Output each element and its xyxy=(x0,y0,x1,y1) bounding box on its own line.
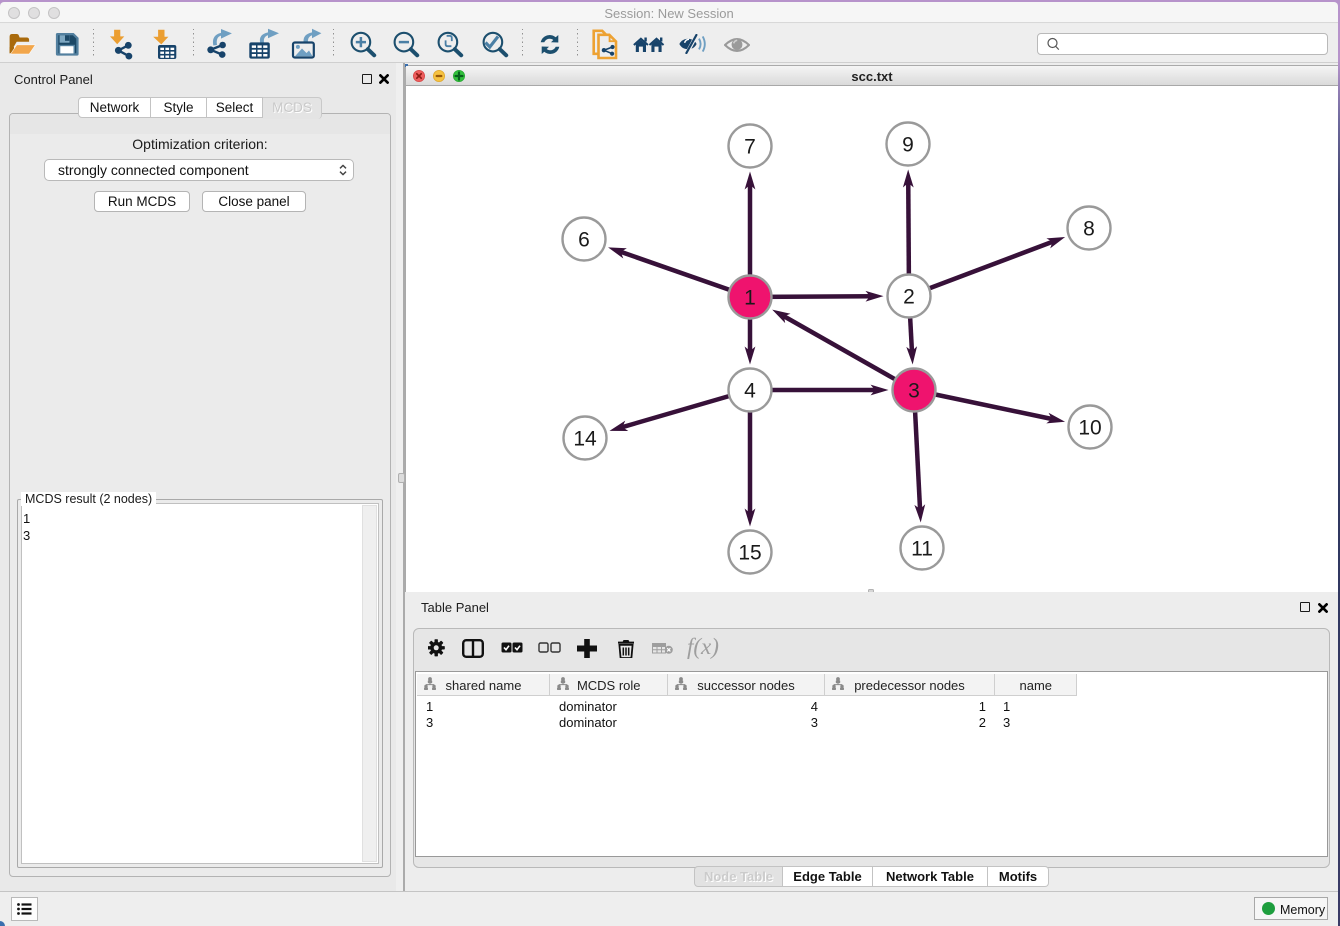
svg-text:7: 7 xyxy=(744,135,756,158)
svg-text:4: 4 xyxy=(744,379,756,402)
svg-text:1: 1 xyxy=(744,286,756,309)
svg-text:8: 8 xyxy=(1083,217,1095,240)
svg-text:3: 3 xyxy=(908,379,920,402)
svg-text:6: 6 xyxy=(578,228,590,251)
svg-text:15: 15 xyxy=(738,541,761,564)
svg-text:2: 2 xyxy=(903,285,915,308)
svg-text:11: 11 xyxy=(911,537,933,560)
svg-text:9: 9 xyxy=(902,133,914,156)
svg-text:10: 10 xyxy=(1078,416,1101,439)
svg-text:14: 14 xyxy=(573,427,597,450)
